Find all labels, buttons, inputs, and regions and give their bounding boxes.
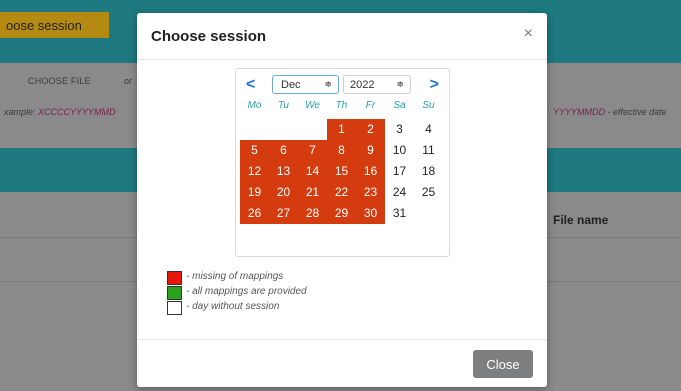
weekday-label: Su [422, 100, 435, 111]
weekday-label: We [305, 100, 320, 111]
prev-month-icon[interactable]: < [246, 76, 255, 94]
legend-label: - missing of mappings [186, 271, 284, 282]
calendar-day[interactable]: 19 [240, 182, 269, 203]
month-select[interactable]: Dec ≑ [272, 75, 339, 94]
calendar-day[interactable]: 30 [356, 203, 385, 224]
legend-swatch [167, 301, 182, 315]
calendar-day[interactable]: 3 [385, 119, 414, 140]
calendar-day[interactable]: 4 [414, 119, 443, 140]
close-icon[interactable]: × [524, 25, 533, 43]
calendar-day[interactable]: 10 [385, 140, 414, 161]
calendar-day[interactable]: 26 [240, 203, 269, 224]
choose-session-modal: Choose session × < Dec ≑ 2022 ≑ > Mo Tu … [137, 13, 547, 387]
select-arrow-icon: ≑ [396, 79, 404, 89]
calendar-day[interactable]: 28 [298, 203, 327, 224]
example-code-right: YYYYMMDD [553, 107, 606, 117]
calendar-day[interactable]: 9 [356, 140, 385, 161]
legend-label: - all mappings are provided [186, 286, 307, 297]
calendar-day[interactable]: 8 [327, 140, 356, 161]
weekday-header: Mo Tu We Th Fr Sa Su [240, 100, 445, 114]
example-suffix: - effective date [605, 107, 667, 117]
weekday-label: Fr [365, 100, 376, 111]
example-code: XCCCCYYYYMMD [38, 107, 116, 117]
example-prefix: xample: [4, 107, 39, 117]
calendar-day[interactable]: 11 [414, 140, 443, 161]
calendar-day[interactable]: 17 [385, 161, 414, 182]
calendar-day[interactable]: 29 [327, 203, 356, 224]
calendar-day[interactable]: 15 [327, 161, 356, 182]
close-button[interactable]: Close [473, 350, 533, 378]
modal-footer: Close [137, 339, 547, 388]
calendar-day[interactable]: 14 [298, 161, 327, 182]
calendar-day[interactable]: 12 [240, 161, 269, 182]
select-arrow-icon: ≑ [324, 79, 332, 89]
next-month-icon[interactable]: > [430, 76, 439, 94]
year-value: 2022 [350, 79, 375, 91]
example-hint-left: xample: XCCCCYYYYMMD [4, 107, 116, 117]
or-label: or [124, 76, 133, 86]
month-value: Dec [281, 79, 301, 91]
calendar-day[interactable]: 31 [385, 203, 414, 224]
year-select[interactable]: 2022 ≑ [343, 75, 411, 94]
file-name-column-header: File name [553, 213, 609, 227]
calendar-day[interactable]: 23 [356, 182, 385, 203]
weekday-label: Mo [247, 100, 262, 111]
choose-session-button[interactable]: oose session [0, 12, 109, 38]
calendar-day[interactable]: 6 [269, 140, 298, 161]
modal-title: Choose session [151, 28, 267, 45]
example-hint-right: YYYYMMDD - effective date [553, 107, 667, 117]
calendar-day[interactable]: 20 [269, 182, 298, 203]
choose-file-button[interactable]: CHOOSE FILE [28, 76, 91, 86]
weekday-label: Th [335, 100, 348, 111]
modal-header: Choose session × [137, 13, 547, 60]
calendar-day[interactable]: 2 [356, 119, 385, 140]
calendar-day[interactable]: 16 [356, 161, 385, 182]
calendar-day[interactable]: 7 [298, 140, 327, 161]
calendar-day[interactable]: 21 [298, 182, 327, 203]
calendar-day[interactable]: 13 [269, 161, 298, 182]
calendar-day[interactable]: 18 [414, 161, 443, 182]
calendar-day[interactable]: 5 [240, 140, 269, 161]
weekday-label: Sa [393, 100, 406, 111]
weekday-label: Tu [278, 100, 289, 111]
legend-swatch [167, 271, 182, 285]
legend-swatch [167, 286, 182, 300]
calendar-day[interactable]: 24 [385, 182, 414, 203]
calendar: < Dec ≑ 2022 ≑ > Mo Tu We Th Fr Sa Su 1 … [235, 68, 450, 257]
calendar-day[interactable]: 27 [269, 203, 298, 224]
calendar-day[interactable]: 22 [327, 182, 356, 203]
calendar-day[interactable]: 25 [414, 182, 443, 203]
legend-label: - day without session [186, 301, 280, 312]
calendar-day[interactable]: 1 [327, 119, 356, 140]
